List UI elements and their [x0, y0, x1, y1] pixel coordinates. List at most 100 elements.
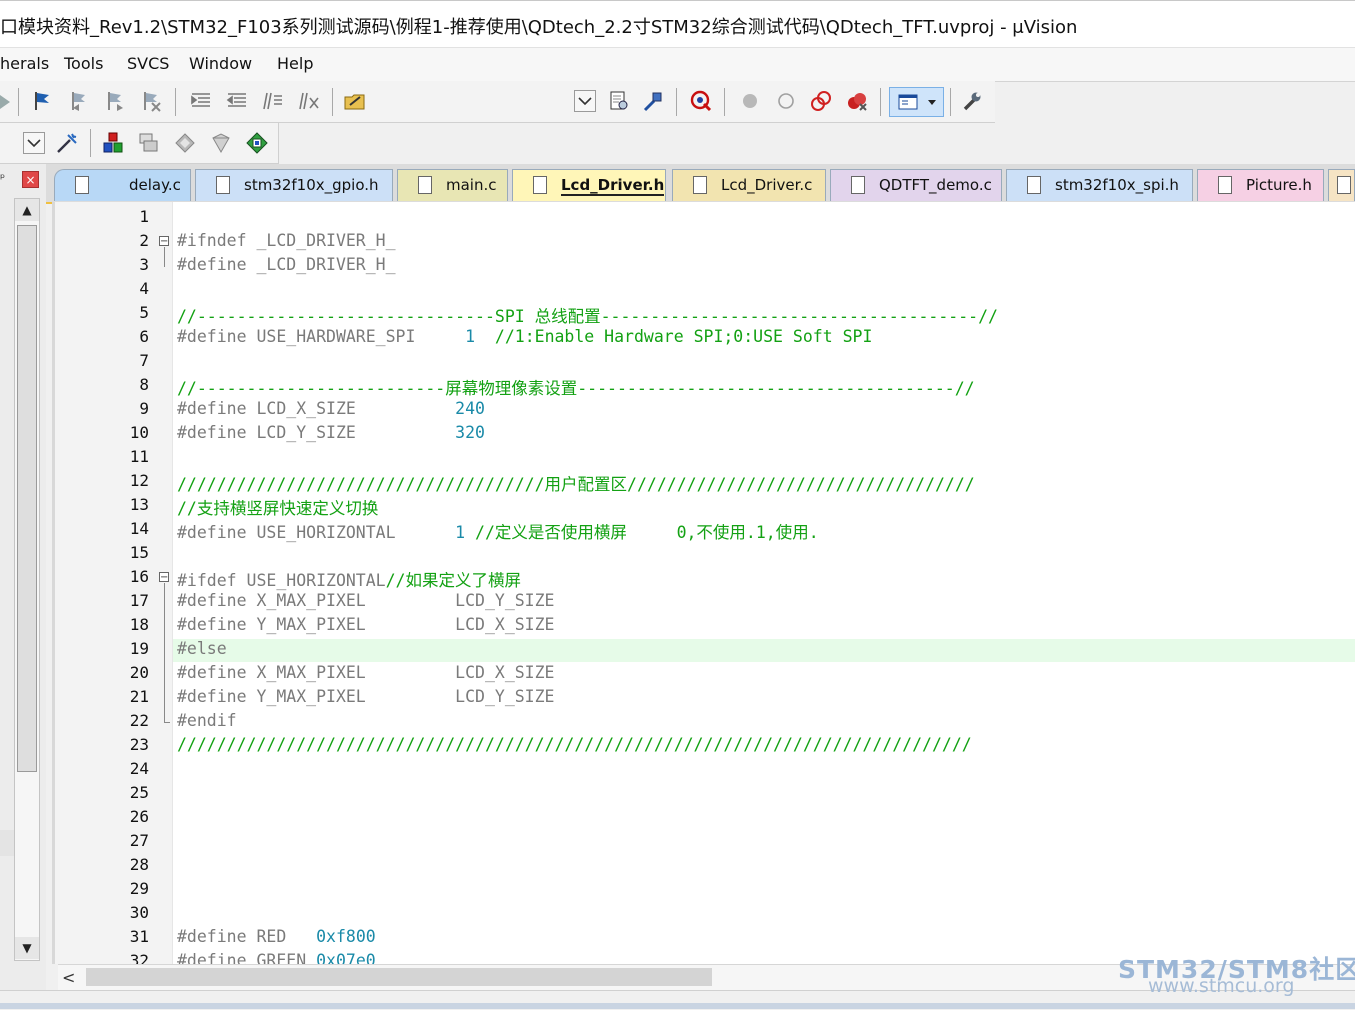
toolbar-separator	[880, 88, 881, 116]
code-line-2: #ifndef _LCD_DRIVER_H_	[177, 231, 396, 250]
code-token: 0x07e0	[316, 951, 376, 964]
pin-icon[interactable]: ᵖ	[0, 171, 5, 185]
menu-svcs[interactable]: SVCS	[127, 54, 169, 73]
previous-bookmark-icon[interactable]	[69, 90, 91, 112]
line-number: 8	[139, 375, 149, 394]
enable-breakpoint-icon[interactable]	[775, 90, 797, 112]
line-number: 29	[129, 879, 149, 898]
fold-collapse-button[interactable]: −	[159, 236, 169, 247]
tab-picture-h[interactable]: Picture.h	[1197, 169, 1324, 201]
file-icon	[693, 176, 707, 194]
line-number: 14	[129, 519, 149, 538]
window-layout-dropdown[interactable]	[889, 87, 944, 117]
toolbar-separator	[90, 129, 91, 157]
code-line-21: #define Y_MAX_PIXEL LCD_Y_SIZE	[177, 687, 555, 706]
code-editor[interactable]: 1 2 3 4 5 6 7 8 9 10 11 12 13 14 15 16 1…	[52, 202, 1355, 964]
menu-peripherals[interactable]: herals	[0, 54, 49, 73]
menu-window[interactable]: Window	[189, 54, 252, 73]
unindent-icon[interactable]	[226, 90, 248, 112]
file-icon	[75, 176, 89, 194]
tab-label: delay.c	[129, 176, 181, 194]
file-extensions-icon[interactable]	[138, 132, 160, 154]
line-number: 5	[139, 303, 149, 322]
next-bookmark-icon[interactable]	[105, 90, 127, 112]
code-token: #define USE_HARDWARE_SPI	[177, 327, 466, 346]
toolbar-separator	[950, 88, 951, 116]
indent-icon[interactable]	[190, 90, 212, 112]
code-token: #define LCD_X_SIZE	[177, 399, 456, 418]
code-token: 0xf800	[316, 927, 376, 946]
line-number: 22	[129, 711, 149, 730]
find-in-files-icon[interactable]	[344, 90, 366, 112]
code-line-31: #define RED 0xf800	[177, 927, 376, 946]
status-strip	[0, 1003, 1355, 1009]
tab-stm32f10x-spi-h[interactable]: stm32f10x_spi.h	[1006, 169, 1193, 201]
tab-delay-c[interactable]: delay.c	[54, 169, 191, 201]
file-icon	[851, 176, 865, 194]
kill-breakpoints-icon[interactable]	[846, 90, 868, 112]
disable-breakpoints-icon[interactable]	[810, 90, 832, 112]
target-options-icon[interactable]	[56, 132, 78, 154]
line-number: 26	[129, 807, 149, 826]
file-icon	[533, 176, 547, 194]
find-document-icon[interactable]	[608, 90, 630, 112]
uncomment-icon[interactable]	[298, 90, 320, 112]
toolbar-separator	[724, 88, 725, 116]
code-line-14: #define USE_HORIZONTAL 1 //定义是否使用横屏 0,不使…	[177, 519, 819, 543]
tab-label: Picture.h	[1246, 176, 1312, 194]
line-number: 27	[129, 831, 149, 850]
code-line-19: #else	[177, 639, 227, 658]
toolbar-separator	[676, 88, 677, 116]
line-number: 31	[129, 927, 149, 946]
line-number: 3	[139, 255, 149, 274]
code-line-13: //支持横竖屏快速定义切换	[177, 499, 379, 518]
code-token: #define GREEN	[177, 951, 317, 964]
select-packs-icon[interactable]	[174, 132, 196, 154]
clear-bookmarks-icon[interactable]	[141, 90, 163, 112]
code-line-5: //------------------------------SPI 总线配置…	[177, 307, 998, 326]
find-dropdown-toggle[interactable]	[574, 90, 596, 112]
scroll-down-button[interactable]: ▼	[15, 937, 39, 959]
code-line-3: #define _LCD_DRIVER_H_	[177, 255, 396, 274]
tab-label: QDTFT_demo.c	[879, 176, 992, 194]
incremental-find-icon[interactable]	[642, 90, 664, 112]
close-panel-button[interactable]: ×	[22, 171, 39, 188]
menu-tools[interactable]: Tools	[64, 54, 103, 73]
tab-stm32f10x-gpio-h[interactable]: stm32f10x_gpio.h	[195, 169, 393, 201]
scroll-thumb[interactable]	[17, 225, 37, 772]
line-number: 20	[129, 663, 149, 682]
menu-help[interactable]: Help	[277, 54, 313, 73]
build-toolbar	[0, 81, 995, 123]
code-line-16: #ifdef USE_HORIZONTAL//如果定义了横屏	[177, 567, 521, 591]
bookmark-flag-icon[interactable]	[32, 90, 54, 112]
tab-qdtft-demo-c[interactable]: QDTFT_demo.c	[830, 169, 1002, 201]
tab-lcd-driver-c[interactable]: Lcd_Driver.c	[672, 169, 826, 201]
fold-collapse-button[interactable]: −	[159, 572, 169, 583]
panel-vertical-scrollbar[interactable]: ▲ ▼	[14, 198, 40, 961]
insert-breakpoint-icon[interactable]	[739, 90, 761, 112]
file-icon	[1218, 176, 1232, 194]
debug-session-icon[interactable]	[690, 90, 712, 112]
scroll-left-button[interactable]: <	[62, 968, 75, 987]
tab-main-c[interactable]: main.c	[397, 169, 508, 201]
code-token: //1:Enable Hardware SPI;0:USE Soft SPI	[475, 327, 873, 346]
code-line-12: /////////////////////////////////////用户配…	[177, 475, 975, 494]
manage-project-items-icon[interactable]	[102, 132, 124, 154]
target-dropdown-toggle[interactable]	[23, 132, 45, 154]
fold-line	[164, 583, 165, 723]
scroll-up-button[interactable]: ▲	[15, 199, 39, 221]
line-number: 32	[129, 951, 149, 964]
tab-label: Lcd_Driver.c	[721, 176, 813, 194]
horizontal-scroll-thumb[interactable]	[86, 968, 712, 986]
manage-run-time-environment-icon[interactable]	[210, 132, 232, 154]
tab-lcd-driver-h[interactable]: Lcd_Driver.h	[512, 169, 666, 201]
wrench-icon[interactable]	[961, 90, 983, 112]
tab-overflow[interactable]	[1328, 169, 1355, 201]
line-number: 21	[129, 687, 149, 706]
comment-icon[interactable]	[262, 90, 284, 112]
code-token: 240	[455, 399, 485, 418]
code-line-10: #define LCD_Y_SIZE 320	[177, 423, 485, 442]
toolbar-separator	[332, 88, 333, 116]
pack-installer-icon[interactable]	[246, 132, 268, 154]
line-number: 13	[129, 495, 149, 514]
